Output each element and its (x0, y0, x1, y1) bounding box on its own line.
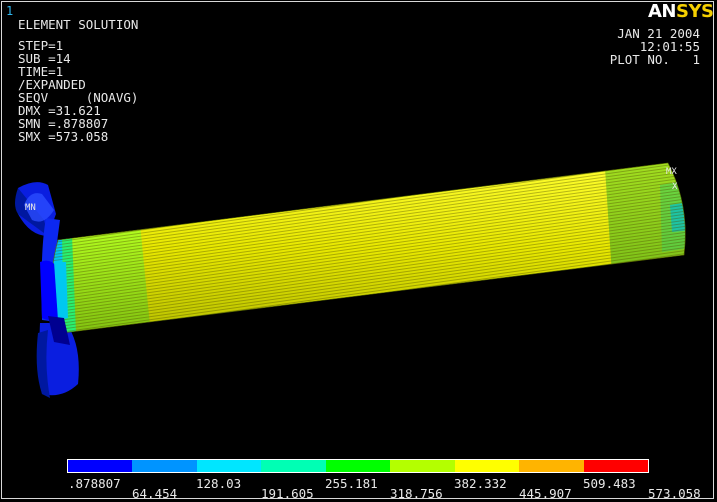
legend-segment-7 (454, 460, 520, 472)
legend-segment-1 (68, 460, 133, 472)
graphics-viewport[interactable]: 1 ANSYS ELEMENT SOLUTION STEP=1 SUB =14 … (0, 0, 717, 502)
legend-label: 382.332 (454, 476, 507, 491)
legend-label: 255.181 (325, 476, 378, 491)
shaft-cylinder (51, 162, 686, 334)
legend-label: 191.605 (261, 486, 314, 501)
legend-label: 128.03 (196, 476, 242, 491)
legend-segment-8 (519, 460, 584, 472)
legend-label: 509.483 (583, 476, 636, 491)
max-marker-x: X (672, 182, 678, 192)
legend-label: 318.756 (390, 486, 443, 501)
contour-legend-bar (67, 459, 649, 473)
legend-segment-9 (583, 460, 648, 472)
min-marker: MN (25, 203, 36, 213)
stress-contour-model[interactable] (0, 0, 717, 502)
legend-segment-5 (325, 460, 391, 472)
legend-segment-2 (132, 460, 197, 472)
legend-segment-4 (261, 460, 326, 472)
legend-label: 573.058 (648, 486, 701, 501)
flange-front (24, 193, 70, 345)
legend-label: 445.907 (519, 486, 572, 501)
legend-segment-3 (196, 460, 262, 472)
legend-segment-6 (390, 460, 455, 472)
legend-label: .878807 (68, 476, 121, 491)
legend-label: 64.454 (132, 486, 178, 501)
max-marker: MX (666, 167, 677, 177)
